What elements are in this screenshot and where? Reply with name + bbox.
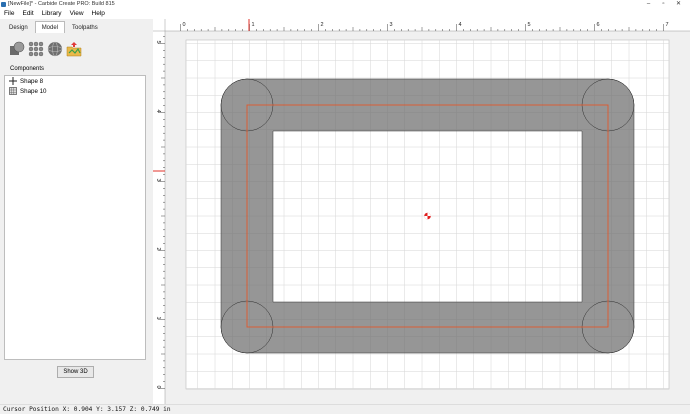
model-shapes-icon[interactable] bbox=[9, 41, 25, 57]
maximize-button[interactable]: ▫ bbox=[656, 0, 671, 9]
import-model-icon[interactable] bbox=[66, 41, 82, 57]
texture-icon[interactable] bbox=[28, 41, 44, 57]
title-bar: [NewFile]* - Carbide Create PRO: Build 8… bbox=[0, 0, 690, 9]
menu-help[interactable]: Help bbox=[88, 9, 109, 19]
tab-design[interactable]: Design bbox=[2, 21, 35, 33]
y-tick-label: 2 bbox=[155, 248, 161, 251]
menu-edit[interactable]: Edit bbox=[18, 9, 37, 19]
y-tick-label: 0 bbox=[155, 386, 161, 389]
x-tick-label: 5 bbox=[528, 22, 531, 28]
model-toolbar bbox=[9, 41, 82, 57]
panel-tabs: Design Model Toolpaths bbox=[2, 21, 105, 33]
app-icon bbox=[1, 2, 6, 7]
design-canvas[interactable]: 0 1 2 3 4 5 6 7 0 1 2 3 4 5 bbox=[153, 19, 690, 404]
y-tick-label: 3 bbox=[155, 179, 161, 182]
y-tick-label: 5 bbox=[155, 41, 161, 44]
x-tick-label: 3 bbox=[390, 22, 393, 28]
menu-file[interactable]: File bbox=[0, 9, 18, 19]
status-bar: Cursor Position X: 0.904 Y: 3.157 Z: 0.7… bbox=[0, 404, 690, 414]
tab-model[interactable]: Model bbox=[34, 21, 66, 33]
cursor-position-text: Cursor Position X: 0.904 Y: 3.157 Z: 0.7… bbox=[3, 406, 171, 413]
list-item[interactable]: Shape 8 bbox=[5, 76, 145, 86]
x-tick-label: 4 bbox=[459, 22, 462, 28]
list-item[interactable]: Shape 10 bbox=[5, 86, 145, 96]
shape-grid-icon bbox=[9, 87, 17, 95]
canvas-area[interactable]: 0 1 2 3 4 5 6 7 0 1 2 3 4 5 bbox=[153, 19, 690, 404]
components-list[interactable]: Shape 8 Shape 10 bbox=[4, 75, 146, 360]
left-panel: Design Model Toolpaths Components Shape … bbox=[0, 19, 153, 404]
component-name: Shape 10 bbox=[20, 87, 47, 95]
x-tick-label: 6 bbox=[597, 22, 600, 28]
menu-view[interactable]: View bbox=[66, 9, 88, 19]
show-3d-button[interactable]: Show 3D bbox=[57, 366, 94, 378]
left-ruler[interactable] bbox=[153, 19, 165, 404]
close-button[interactable]: ✕ bbox=[671, 0, 686, 9]
sphere-icon[interactable] bbox=[47, 41, 63, 57]
components-heading: Components bbox=[10, 66, 45, 72]
x-tick-label: 0 bbox=[183, 22, 186, 28]
component-name: Shape 8 bbox=[20, 77, 44, 85]
top-ruler[interactable] bbox=[153, 19, 690, 31]
minimize-button[interactable]: – bbox=[641, 0, 656, 9]
center-marker-icon[interactable] bbox=[424, 212, 431, 220]
plus-move-icon bbox=[9, 77, 17, 85]
x-tick-label: 2 bbox=[321, 22, 324, 28]
menu-bar: File Edit Library View Help bbox=[0, 9, 690, 19]
tab-toolpaths[interactable]: Toolpaths bbox=[65, 21, 105, 33]
window-title: [NewFile]* - Carbide Create PRO: Build 8… bbox=[8, 1, 115, 7]
y-tick-label: 1 bbox=[155, 317, 161, 320]
y-tick-label: 4 bbox=[155, 110, 161, 113]
x-tick-label: 1 bbox=[252, 22, 255, 28]
menu-library[interactable]: Library bbox=[38, 9, 66, 19]
window-controls: – ▫ ✕ bbox=[641, 0, 686, 9]
x-tick-label: 7 bbox=[666, 22, 669, 28]
